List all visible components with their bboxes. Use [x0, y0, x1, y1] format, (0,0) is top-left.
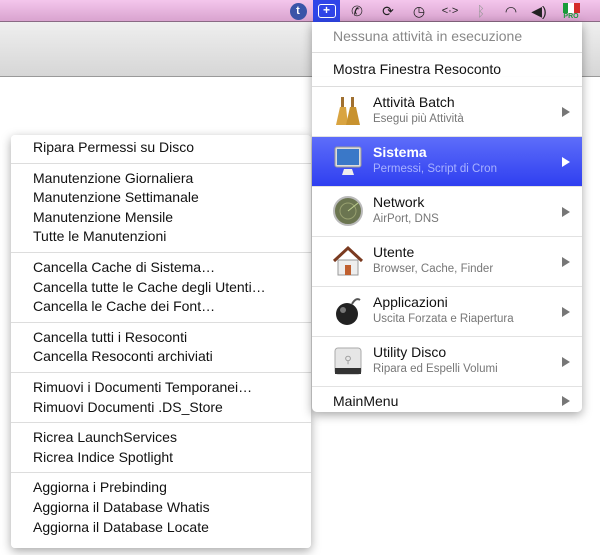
item-title: Sistema — [373, 144, 427, 160]
item-subtitle: Browser, Cache, Finder — [373, 263, 494, 275]
main-menu-item[interactable]: MainMenu — [312, 387, 582, 415]
phone-icon[interactable]: ✆ — [346, 2, 368, 20]
menu-item[interactable]: Cancella tutti i Resoconti — [11, 328, 311, 348]
submenu-arrow-icon — [562, 396, 570, 406]
menu-item[interactable]: Cancella Cache di Sistema… — [11, 258, 311, 278]
pro-badge: PRO — [563, 12, 579, 20]
bluetooth-icon[interactable]: ᛒ — [470, 2, 492, 20]
item-title: Applicazioni — [373, 294, 448, 310]
radar-icon — [332, 195, 364, 227]
sistema-submenu: Ripara Permessi su Disco Manutenzione Gio… — [11, 135, 311, 548]
menu-item[interactable]: Aggiorna il Database Locate — [11, 518, 311, 538]
menu-item[interactable]: Tutte le Manutenzioni — [11, 227, 311, 247]
menu-item[interactable]: Cancella le Cache dei Font… — [11, 297, 311, 317]
submenu-arrow-icon — [562, 256, 570, 267]
main-menu-label: MainMenu — [333, 393, 399, 409]
menu-item[interactable]: Ripara Permessi su Disco — [11, 138, 311, 158]
volume-icon[interactable]: ◀) — [528, 2, 550, 20]
menu-item-utility-disco[interactable]: ⚲ Utility Disco Ripara ed Espelli Volumi — [312, 337, 582, 387]
status-text: Nessuna attività in esecuzione — [333, 28, 523, 44]
separator — [11, 371, 311, 373]
show-report-window-item[interactable]: Mostra Finestra Resoconto — [312, 56, 582, 83]
separator — [11, 251, 311, 253]
tumblr-icon[interactable]: t — [287, 2, 309, 20]
menu-item-utente[interactable]: Utente Browser, Cache, Finder — [312, 237, 582, 287]
monitor-icon — [332, 145, 364, 177]
wifi-icon[interactable]: ◠ — [500, 2, 522, 20]
item-subtitle: Esegui più Attività — [373, 113, 464, 125]
menu-item[interactable]: Rimuovi Documenti .DS_Store — [11, 398, 311, 418]
house-icon — [332, 245, 364, 277]
menu-item-network[interactable]: Network AirPort, DNS — [312, 187, 582, 237]
separator — [11, 321, 311, 323]
separator — [11, 422, 311, 424]
item-subtitle: Permessi, Script di Cron — [373, 163, 497, 175]
item-subtitle: Uscita Forzata e Riapertura — [373, 313, 514, 325]
menu-item-attivit-batch[interactable]: Attività Batch Esegui più Attività — [312, 87, 582, 137]
submenu-arrow-icon — [562, 206, 570, 217]
separator — [11, 472, 311, 474]
submenu-arrow-icon — [562, 356, 570, 367]
svg-text:⚲: ⚲ — [344, 355, 351, 366]
item-title: Attività Batch — [373, 94, 455, 110]
menu-bar: t + ✆ ⟳ ◷ <·> ᛒ ◠ ◀) PRO — [0, 0, 600, 22]
menu-item-applicazioni[interactable]: Applicazioni Uscita Forzata e Riapertura — [312, 287, 582, 337]
menu-item[interactable]: Cancella Resoconti archiviati — [11, 347, 311, 367]
menu-item[interactable]: Manutenzione Settimanale — [11, 188, 311, 208]
sync-icon[interactable]: ⟳ — [377, 2, 399, 20]
menu-item[interactable]: Ricrea Indice Spotlight — [11, 448, 311, 468]
menu-item[interactable]: Cancella tutte le Cache degli Utenti… — [11, 278, 311, 298]
menu-item[interactable]: Ricrea LaunchServices — [11, 428, 311, 448]
item-subtitle: Ripara ed Espelli Volumi — [373, 363, 498, 375]
menu-item[interactable]: Aggiorna i Prebinding — [11, 478, 311, 498]
item-subtitle: AirPort, DNS — [373, 213, 439, 225]
menu-item[interactable]: Manutenzione Giornaliera — [11, 169, 311, 189]
broom-icon — [332, 95, 364, 127]
item-title: Utente — [373, 244, 415, 260]
disk-icon: ⚲ — [332, 345, 364, 377]
app-menu: Nessuna attività in esecuzione Mostra Fi… — [312, 22, 582, 412]
time-machine-icon[interactable]: ◷ — [408, 2, 430, 20]
separator — [11, 162, 311, 164]
flag-italy-icon[interactable]: PRO — [560, 2, 582, 20]
code-icon[interactable]: <·> — [439, 2, 461, 20]
submenu-arrow-icon — [562, 306, 570, 317]
menu-item[interactable]: Aggiorna il Database Whatis — [11, 498, 311, 518]
submenu-arrow-icon — [562, 106, 570, 117]
submenu-arrow-icon — [562, 156, 570, 167]
bomb-icon — [332, 295, 364, 327]
menu-item[interactable]: Rimuovi i Documenti Temporanei… — [11, 378, 311, 398]
menu-item[interactable]: Manutenzione Mensile — [11, 208, 311, 228]
menu-item-sistema[interactable]: Sistema Permessi, Script di Cron — [312, 137, 582, 187]
item-title: Utility Disco — [373, 344, 447, 360]
separator — [312, 52, 582, 53]
add-icon[interactable]: + — [313, 0, 340, 22]
item-title: Network — [373, 194, 425, 210]
